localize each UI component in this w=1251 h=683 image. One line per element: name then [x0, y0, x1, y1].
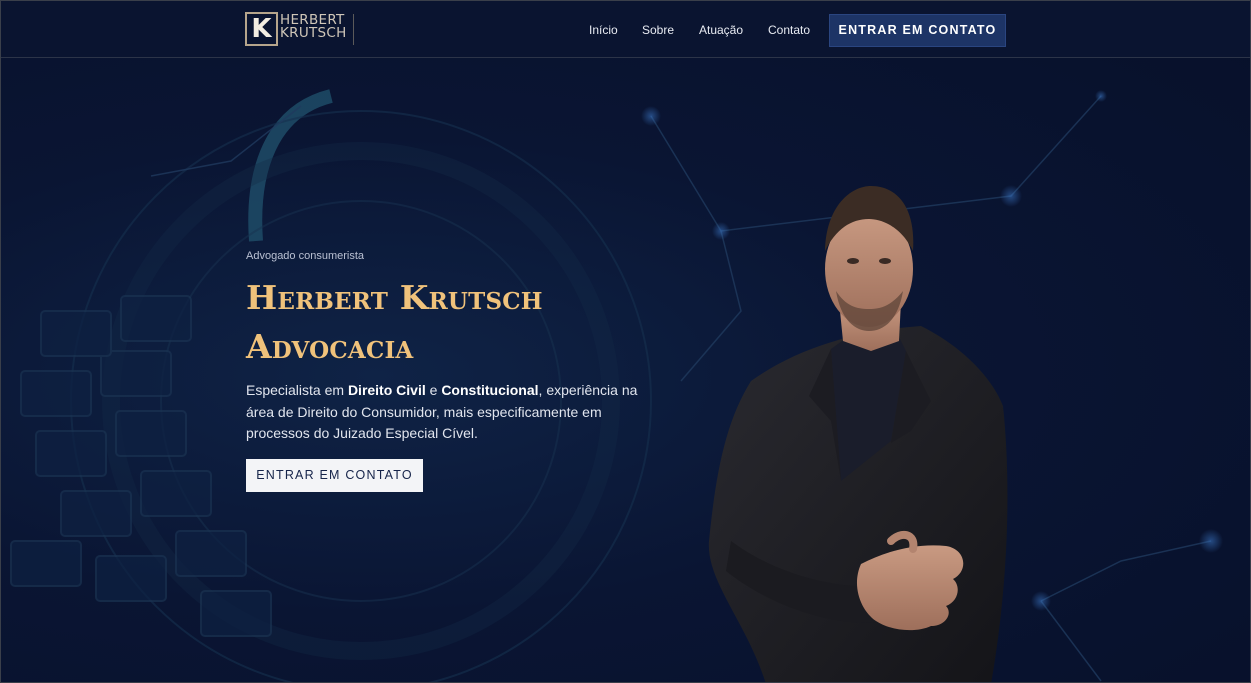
desc-part-2: e [425, 382, 442, 398]
nav-sobre[interactable]: Sobre [642, 23, 674, 37]
site-header: K HERBERT KRUTSCH Início Sobre Atuação C… [1, 1, 1250, 58]
nav-contato[interactable]: Contato [768, 23, 810, 37]
desc-bold-civil: Direito Civil [347, 382, 426, 398]
desc-part-1: Especialista em [246, 382, 348, 398]
logo-line-2: KRUTSCH [280, 25, 347, 41]
hero-eyebrow: Advogado consumerista [246, 250, 365, 262]
logo-divider [353, 14, 354, 45]
lawyer-portrait [708, 186, 1008, 682]
page: K HERBERT KRUTSCH Início Sobre Atuação C… [0, 0, 1251, 683]
nav-atuacao[interactable]: Atuação [699, 23, 743, 37]
hero-title: Herbert Krutsch Advocacia [246, 273, 716, 371]
hero-description: Especialista em Direito Civil e Constitu… [246, 380, 666, 445]
hero-title-line-2: Advocacia [246, 327, 414, 366]
nav-inicio[interactable]: Início [589, 23, 618, 37]
hero-contact-button[interactable]: ENTRAR EM CONTATO [246, 459, 423, 492]
desc-bold-constitucional: Constitucional [441, 382, 539, 398]
header-contact-button[interactable]: ENTRAR EM CONTATO [829, 14, 1006, 47]
logo-wordmark: HERBERT KRUTSCH [280, 13, 347, 41]
logo-k-icon: K [245, 12, 278, 46]
hero-title-line-1: Herbert Krutsch [246, 278, 543, 317]
logo[interactable]: K HERBERT KRUTSCH [245, 12, 360, 47]
